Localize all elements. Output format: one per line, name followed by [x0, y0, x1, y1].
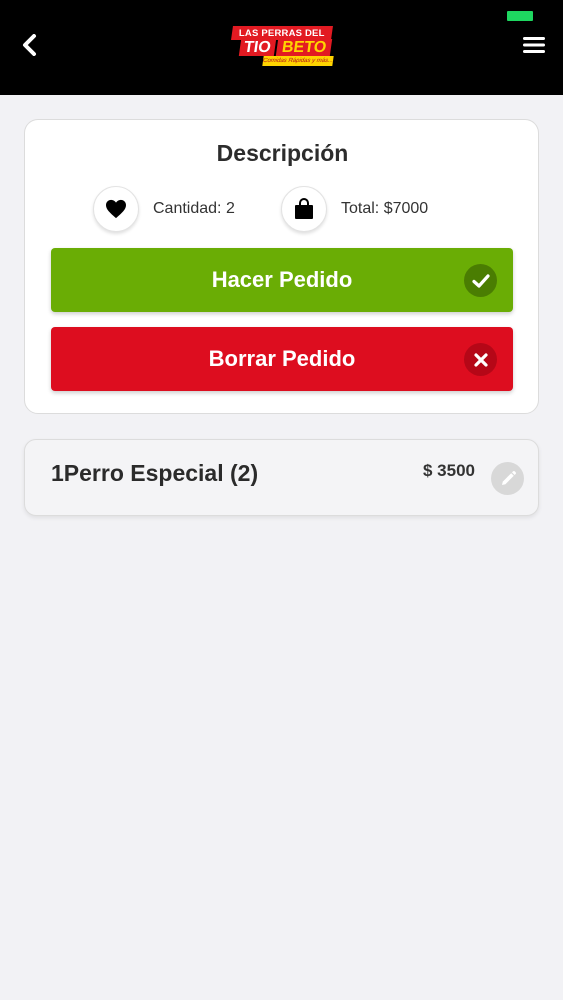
back-button[interactable]: [14, 30, 44, 60]
place-order-label: Hacer Pedido: [211, 267, 353, 292]
check-icon: [471, 273, 490, 288]
list-item: 1Perro Especial (2) $ 3500: [24, 439, 539, 516]
item-name: 1Perro Especial (2): [51, 460, 259, 486]
order-summary-card: Descripción Cantidad: 2 Total: $7000 Hac…: [24, 119, 539, 414]
pencil-icon: [501, 470, 516, 485]
brand-logo: LAS PERRAS DEL TIO BETO Comidas Rápidas …: [230, 26, 334, 70]
hamburger-menu-icon: [523, 37, 545, 53]
logo-tio-text: TIO: [238, 39, 276, 56]
delete-order-button[interactable]: Borrar Pedido: [51, 327, 513, 391]
menu-button[interactable]: [520, 32, 548, 58]
quantity-label: Cantidad: 2: [153, 200, 235, 217]
total-label: Total: $7000: [341, 200, 429, 217]
item-price: $ 3500: [423, 461, 475, 480]
close-icon: [473, 352, 488, 367]
battery-indicator: [507, 11, 533, 21]
logo-tagline: Comidas Rápidas y más...: [262, 56, 334, 66]
app-header: LAS PERRAS DEL TIO BETO Comidas Rápidas …: [0, 0, 563, 95]
delete-order-label: Borrar Pedido: [208, 346, 356, 371]
summary-title: Descripción: [216, 140, 349, 166]
logo-top-text: LAS PERRAS DEL: [239, 27, 325, 39]
close-icon-badge: [464, 343, 497, 376]
shopping-bag-icon: [295, 198, 313, 219]
total-icon-badge: [281, 186, 327, 232]
place-order-button[interactable]: Hacer Pedido: [51, 248, 513, 312]
quantity-icon-badge: [93, 186, 139, 232]
edit-item-button[interactable]: [491, 462, 524, 495]
logo-beto-text: BETO: [275, 39, 333, 56]
chevron-left-icon: [23, 34, 36, 56]
check-icon-badge: [464, 264, 497, 297]
heart-icon: [106, 199, 126, 219]
